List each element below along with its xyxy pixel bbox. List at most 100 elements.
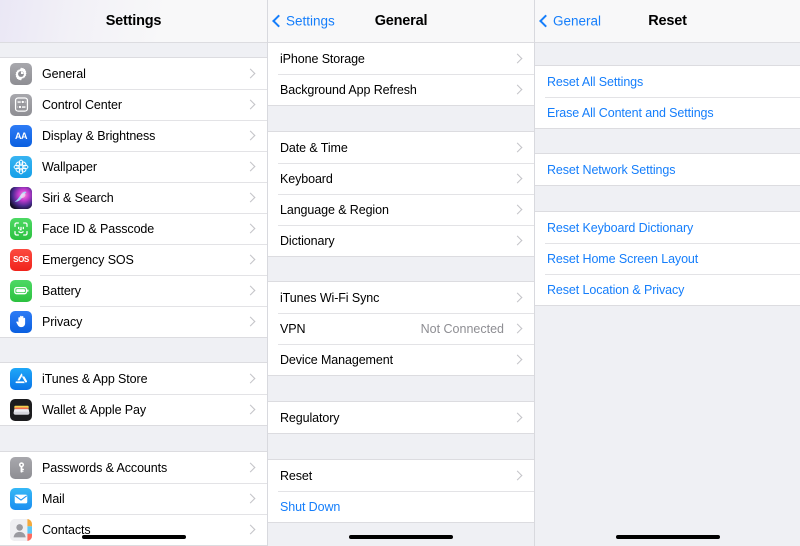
- list-item-wallet-apple-pay[interactable]: Wallet & Apple Pay: [0, 394, 267, 425]
- list-item-regulatory[interactable]: Regulatory: [268, 402, 534, 433]
- home-indicator[interactable]: [349, 535, 453, 539]
- list-item-label: Reset Network Settings: [547, 162, 676, 177]
- home-indicator[interactable]: [615, 535, 720, 539]
- ios-settings-triptych: Settings General Control Center AA Display &…: [0, 0, 800, 546]
- list-item-emergency-sos[interactable]: SOS Emergency SOS: [0, 244, 267, 275]
- navbar-general: Settings General: [268, 0, 534, 43]
- list-item-label: Reset Keyboard Dictionary: [547, 220, 694, 235]
- section-gap: [0, 338, 267, 362]
- list-item-itunes-wi-fi-sync[interactable]: iTunes Wi-Fi Sync: [268, 282, 534, 313]
- chevron-right-icon: [245, 316, 256, 327]
- hand-icon: [10, 310, 32, 333]
- list-item-iphone-storage[interactable]: iPhone Storage: [268, 43, 534, 74]
- back-button-general[interactable]: Settings: [272, 13, 335, 29]
- list-item-mail[interactable]: Mail: [0, 483, 267, 514]
- list-item-control-center[interactable]: Control Center: [0, 89, 267, 120]
- chevron-right-icon: [512, 354, 523, 365]
- chevron-right-icon: [245, 462, 256, 473]
- chevron-right-icon: [245, 99, 256, 110]
- list-item-label: Mail: [42, 491, 65, 506]
- list-item-battery[interactable]: Battery: [0, 275, 267, 306]
- settings-group: iPhone Storage Background App Refresh: [268, 43, 534, 106]
- list-item-privacy[interactable]: Privacy: [0, 306, 267, 337]
- list-item-label: Battery: [42, 283, 81, 298]
- back-button-label: Settings: [286, 13, 335, 29]
- list-item-reset-all-settings[interactable]: Reset All Settings: [535, 66, 800, 97]
- list-item-label: Keyboard: [280, 171, 333, 186]
- list-item-passwords-accounts[interactable]: Passwords & Accounts: [0, 452, 267, 483]
- list-item-reset-home-screen-layout[interactable]: Reset Home Screen Layout: [535, 243, 800, 274]
- chevron-right-icon: [245, 192, 256, 203]
- navbar-reset: General Reset: [535, 0, 800, 43]
- section-gap: [268, 376, 534, 401]
- list-item-device-management[interactable]: Device Management: [268, 344, 534, 375]
- section-gap: [268, 257, 534, 281]
- settings-group: iTunes & App Store Wallet & Apple Pay: [0, 362, 267, 426]
- list-item-label: Device Management: [280, 352, 393, 367]
- scroll-content-general[interactable]: iPhone Storage Background App Refresh Date…: [268, 43, 534, 546]
- list-item-date-time[interactable]: Date & Time: [268, 132, 534, 163]
- list-item-label: Wallpaper: [42, 159, 97, 174]
- chevron-right-icon: [512, 412, 523, 423]
- list-item-background-app-refresh[interactable]: Background App Refresh: [268, 74, 534, 105]
- list-item-dictionary[interactable]: Dictionary: [268, 225, 534, 256]
- list-item-label: Wallet & Apple Pay: [42, 402, 147, 417]
- settings-group: Reset Keyboard Dictionary Reset Home Scre…: [535, 211, 800, 306]
- panel-settings: Settings General Control Center AA Display &…: [0, 0, 267, 546]
- list-item-contacts[interactable]: Contacts: [0, 514, 267, 545]
- back-button-reset[interactable]: General: [539, 14, 601, 29]
- list-item-label: Reset: [280, 468, 313, 483]
- section-gap: [535, 129, 800, 153]
- scroll-content-settings[interactable]: General Control Center AA Display & Brightn…: [0, 43, 267, 546]
- chevron-right-icon: [245, 161, 256, 172]
- chevron-right-icon: [245, 130, 256, 141]
- list-item-label: Date & Time: [280, 140, 348, 155]
- list-item-label: Passwords & Accounts: [42, 460, 168, 475]
- list-item-vpn[interactable]: VPN Not Connected: [268, 313, 534, 344]
- panel-reset: General Reset Reset All Settings Erase All …: [534, 0, 800, 546]
- list-item-general[interactable]: General: [0, 58, 267, 89]
- list-item-face-id-passcode[interactable]: Face ID & Passcode: [0, 213, 267, 244]
- chevron-right-icon: [512, 173, 523, 184]
- list-item-label: Control Center: [42, 97, 122, 112]
- settings-group: iTunes Wi-Fi Sync VPN Not Connected Device …: [268, 281, 534, 376]
- settings-group: Passwords & Accounts Mail Contacts: [0, 451, 267, 546]
- sliders-icon: [10, 93, 32, 116]
- siri-icon: [10, 186, 32, 209]
- section-gap: [268, 106, 534, 131]
- chevron-right-icon: [512, 235, 523, 246]
- list-item-reset-location-privacy[interactable]: Reset Location & Privacy: [535, 274, 800, 305]
- list-item-reset[interactable]: Reset: [268, 460, 534, 491]
- envelope-icon: [10, 487, 32, 510]
- list-item-itunes-app-store[interactable]: iTunes & App Store: [0, 363, 267, 394]
- scroll-content-reset[interactable]: Reset All Settings Erase All Content and …: [535, 43, 800, 546]
- settings-group: General Control Center AA Display & Brightn…: [0, 57, 267, 338]
- list-item-label: General: [42, 66, 86, 81]
- section-gap: [268, 434, 534, 459]
- list-item-label: Dictionary: [280, 233, 335, 248]
- list-item-siri-search[interactable]: Siri & Search: [0, 182, 267, 213]
- settings-group: Date & Time Keyboard Language & Region Dict…: [268, 131, 534, 257]
- chevron-right-icon: [245, 524, 256, 535]
- page-title-general: General: [374, 13, 428, 29]
- list-item-keyboard[interactable]: Keyboard: [268, 163, 534, 194]
- home-indicator[interactable]: [81, 535, 186, 539]
- chevron-left-icon: [539, 14, 552, 28]
- chevron-right-icon: [245, 493, 256, 504]
- list-item-reset-network-settings[interactable]: Reset Network Settings: [535, 154, 800, 185]
- chevron-right-icon: [512, 204, 523, 215]
- chevron-right-icon: [512, 84, 523, 95]
- list-item-language-region[interactable]: Language & Region: [268, 194, 534, 225]
- wallet-icon: [10, 398, 32, 421]
- list-item-display-brightness[interactable]: AA Display & Brightness: [0, 120, 267, 151]
- list-item-label: Regulatory: [280, 410, 340, 425]
- flower-icon: [10, 155, 32, 178]
- list-item-label: iTunes & App Store: [42, 371, 148, 386]
- list-item-reset-keyboard-dictionary[interactable]: Reset Keyboard Dictionary: [535, 212, 800, 243]
- text-size-icon: AA: [10, 124, 32, 147]
- list-item-erase-all-content-and-settings[interactable]: Erase All Content and Settings: [535, 97, 800, 128]
- list-item-shut-down[interactable]: Shut Down: [268, 491, 534, 522]
- navbar-settings: Settings: [0, 0, 267, 43]
- list-item-wallpaper[interactable]: Wallpaper: [0, 151, 267, 182]
- list-item-label: Privacy: [42, 314, 83, 329]
